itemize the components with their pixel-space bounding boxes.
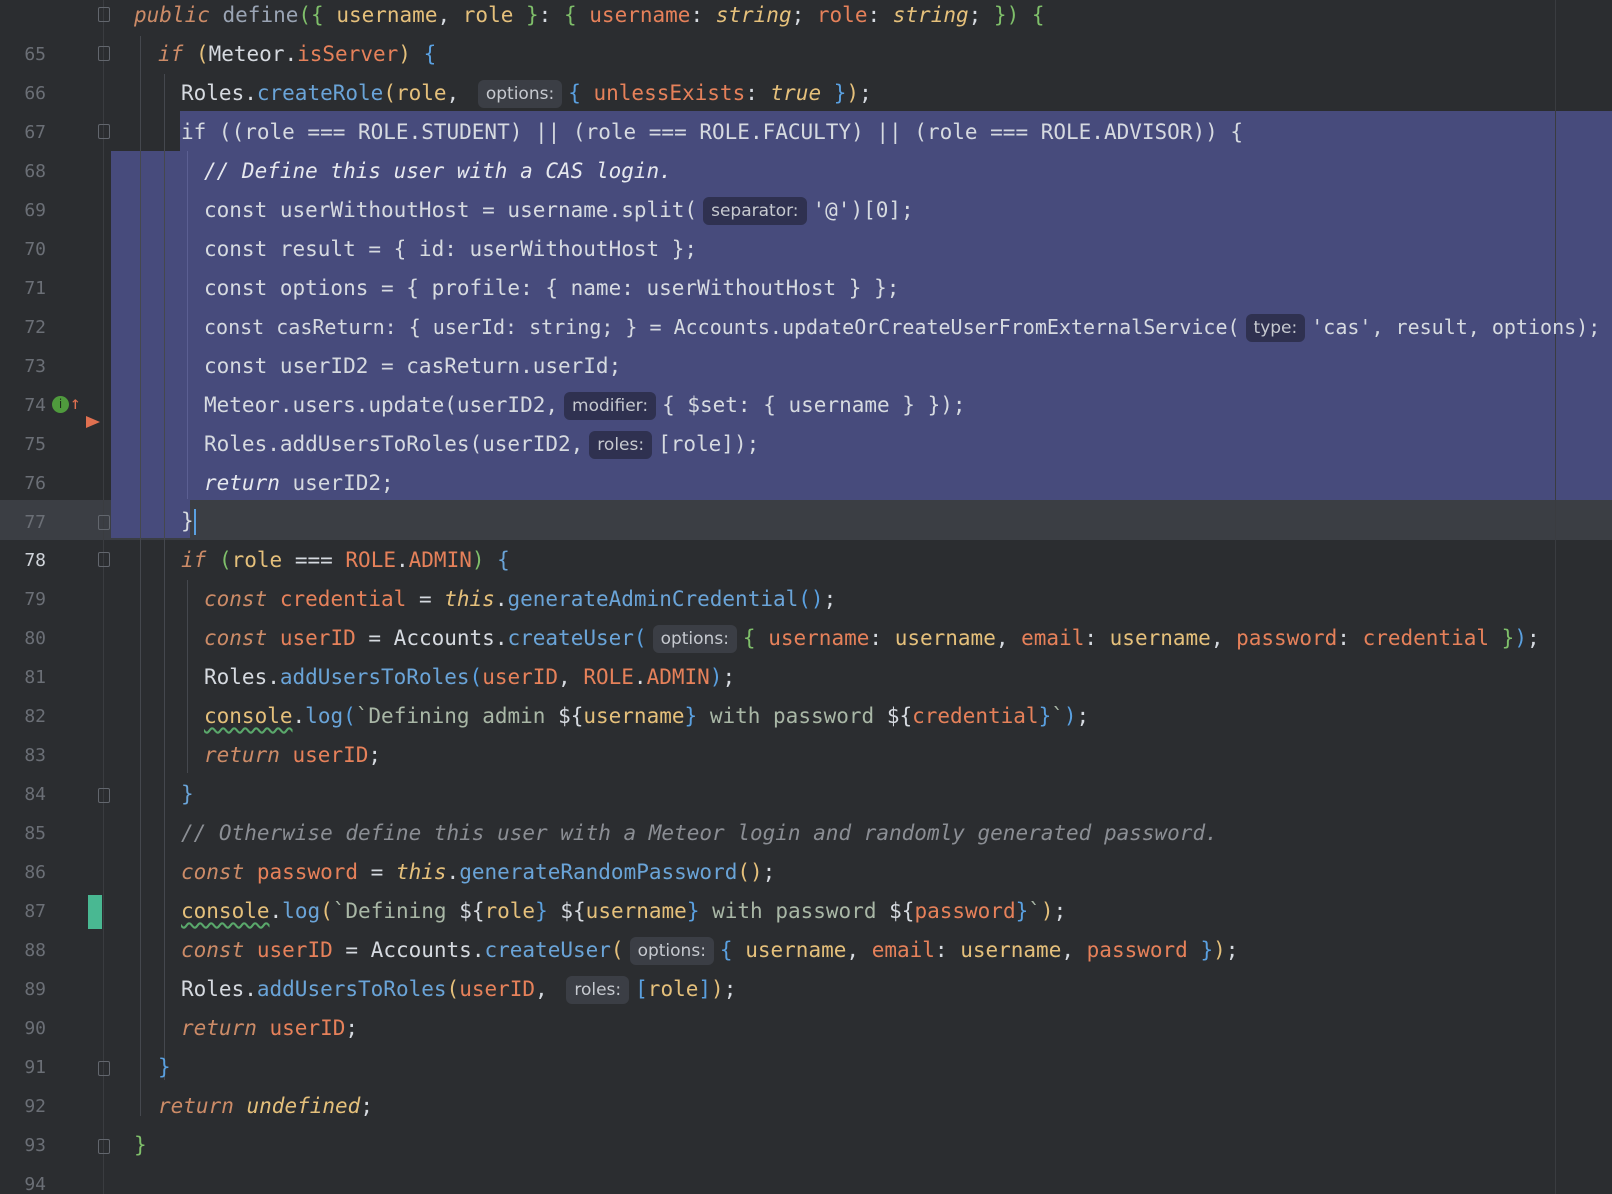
parameter-hint-roles: roles: [589, 431, 653, 459]
code-line-71[interactable]: 71 const result = { id: userWithoutHost … [0, 229, 1612, 299]
implemented-info-icon[interactable]: i [52, 396, 69, 413]
code-text: Roles.addUsersToRoles(userID, ROLE.ADMIN… [204, 665, 736, 689]
code-line-76[interactable]: 76 Roles.addUsersToRoles(userID2, roles:[… [0, 424, 1612, 494]
code-text: Meteor.users.update(userID2, modifier:{ $… [204, 385, 966, 425]
code-line-69[interactable]: 69 // Define this user with a CAS login. [0, 151, 1612, 221]
text-caret [193, 509, 196, 535]
code-line-88[interactable]: 88 console.log(`Defining ${role} ${usern… [0, 891, 1612, 961]
parameter-hint-options: options: [652, 625, 737, 653]
code-line-83[interactable]: 83 console.log(`Defining admin ${usernam… [0, 696, 1612, 766]
code-line-66[interactable]: 66 if (Meteor.isServer) { [0, 34, 1612, 104]
code-text: const userID = Accounts.createUser(optio… [204, 618, 1540, 658]
code-text: console.log(`Defining ${role} ${username… [181, 899, 1067, 923]
go-to-super-icon[interactable]: ↑ [70, 391, 81, 417]
fold-end-icon[interactable] [98, 1061, 110, 1076]
code-line-86[interactable]: 86 // Otherwise define this user with a … [0, 813, 1612, 883]
code-line-92[interactable]: 92 } [0, 1047, 1612, 1117]
fold-end-icon[interactable] [98, 515, 110, 530]
parameter-hint-modifier: modifier: [564, 392, 657, 420]
code-line-90[interactable]: 90 Roles.addUsersToRoles(userID, roles:[… [0, 969, 1612, 1039]
code-text: const options = { profile: { name: userW… [204, 276, 900, 300]
code-line-85[interactable]: 85 } [0, 774, 1612, 844]
code-line-87[interactable]: 87 const password = this.generateRandomP… [0, 852, 1612, 922]
fold-end-icon[interactable] [98, 1139, 110, 1154]
code-line-73[interactable]: 73 const casReturn: { userId: string; } … [0, 307, 1612, 377]
code-text: const userWithoutHost = username.split(s… [204, 190, 914, 230]
code-line-72[interactable]: 72 const options = { profile: { name: us… [0, 268, 1612, 338]
line-number: 94 [24, 1174, 46, 1194]
code-line-94[interactable]: 94 } [0, 1125, 1612, 1194]
code-text: } [134, 1133, 147, 1157]
parameter-hint-type: type: [1245, 314, 1306, 342]
parameter-hint-options: options: [629, 937, 714, 965]
code-text: console.log(`Defining admin ${username} … [204, 704, 1090, 728]
code-text: public define({ username, role }: { user… [134, 3, 1045, 27]
code-line-79[interactable]: 79 if (role === ROLE.ADMIN) { [0, 540, 1612, 610]
code-text: } [181, 782, 194, 806]
fold-icon[interactable] [98, 7, 110, 22]
code-line-93[interactable]: 93 return undefined; [0, 1086, 1612, 1156]
code-text: if ((role === ROLE.STUDENT) || (role ===… [181, 120, 1244, 144]
code-line-78[interactable]: 78 } [0, 501, 1612, 571]
code-text: const password = this.generateRandomPass… [181, 860, 776, 884]
code-line-80[interactable]: 80 const credential = this.generateAdmin… [0, 579, 1612, 649]
code-text: Roles.createRole(role, options:{ unlessE… [181, 73, 872, 113]
code-text: const result = { id: userWithoutHost }; [204, 237, 698, 261]
code-text: const userID2 = casReturn.userId; [204, 354, 622, 378]
code-line-67[interactable]: 67 Roles.createRole(role, options:{ unle… [0, 73, 1612, 143]
code-line-75[interactable]: 75 i ↑ Meteor.users.update(userID2, modif… [0, 385, 1612, 455]
code-text: } [158, 1055, 171, 1079]
code-text: const credential = this.generateAdminCre… [204, 587, 837, 611]
parameter-hint-separator: separator: [703, 197, 807, 225]
code-line-77[interactable]: 77 return userID2; [0, 463, 1612, 533]
code-text: return userID; [181, 1016, 359, 1040]
code-line-89[interactable]: 89 const userID = Accounts.createUser(op… [0, 930, 1612, 1000]
code-text: if (role === ROLE.ADMIN) { [181, 548, 510, 572]
code-line-81[interactable]: 81 const userID = Accounts.createUser(op… [0, 618, 1612, 688]
code-comment: // Define this user with a CAS login. [204, 159, 672, 183]
code-line-84[interactable]: 84 return userID; [0, 735, 1612, 805]
code-text: return userID; [204, 743, 382, 767]
fold-icon[interactable] [98, 46, 110, 61]
code-text: return userID2; [204, 471, 394, 495]
code-line-82[interactable]: 82 Roles.addUsersToRoles(userID, ROLE.AD… [0, 657, 1612, 727]
fold-icon[interactable] [98, 552, 110, 567]
code-line-74[interactable]: 74 const userID2 = casReturn.userId; [0, 346, 1612, 416]
code-editor[interactable]: 65 public define({ username, role }: { u… [0, 0, 1612, 1194]
code-text: return undefined; [158, 1094, 373, 1118]
code-text: const userID = Accounts.createUser(optio… [181, 930, 1238, 970]
code-text: Roles.addUsersToRoles(userID2, roles: [rol… [204, 424, 759, 464]
code-comment: // Otherwise define this user with a Met… [181, 821, 1218, 845]
parameter-hint-roles: roles: [566, 976, 630, 1004]
code-line-91[interactable]: 91 return userID; [0, 1008, 1612, 1078]
code-line-70[interactable]: 70 const userWithoutHost = username.spli… [0, 190, 1612, 260]
code-line-65[interactable]: 65 public define({ username, role }: { u… [0, 0, 1612, 65]
code-text: } [181, 509, 196, 535]
vcs-change-marker[interactable] [88, 895, 102, 929]
code-text: if (Meteor.isServer) { [158, 42, 437, 66]
code-text: Roles.addUsersToRoles(userID, roles: [rol… [181, 969, 736, 1009]
parameter-hint-options: options: [477, 80, 563, 108]
code-text: const casReturn: { userId: string; } = A… [204, 307, 1600, 347]
fold-icon[interactable] [98, 124, 110, 139]
code-line-68[interactable]: 68 if ((role === ROLE.STUDENT) || (role … [0, 112, 1612, 182]
fold-end-icon[interactable] [98, 788, 110, 803]
